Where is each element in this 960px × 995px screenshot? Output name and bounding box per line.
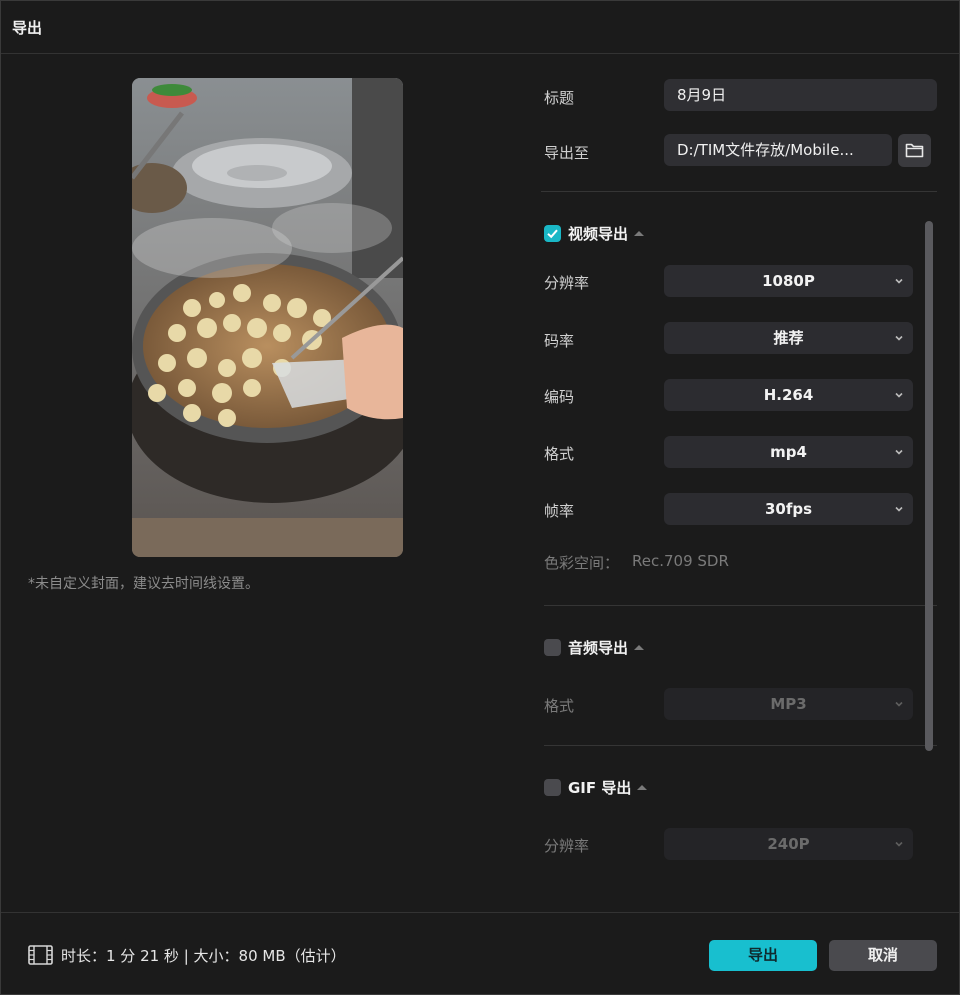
format-select[interactable]: mp4 <box>664 436 913 468</box>
chevron-down-icon <box>895 392 903 398</box>
export-path-input[interactable]: D:/TIM文件存放/Mobile... <box>664 134 892 166</box>
divider <box>544 745 937 746</box>
film-icon <box>28 945 53 965</box>
colorspace-label: 色彩空间： <box>544 554 620 572</box>
audio-export-checkbox[interactable] <box>544 639 561 656</box>
chevron-down-icon <box>895 841 903 847</box>
chevron-down-icon <box>895 278 903 284</box>
resolution-value: 1080P <box>762 272 815 290</box>
audio-format-value: MP3 <box>770 695 807 713</box>
cover-note: *未自定义封面，建议去时间线设置。 <box>28 576 259 592</box>
codec-label: 编码 <box>544 388 575 406</box>
export-dialog: 导出 *未自定义封面，建议去时间线设置。 标题 8月9日 导出至 D:/TIM文… <box>0 0 960 995</box>
export-to-label: 导出至 <box>544 144 590 162</box>
video-export-header[interactable]: 视频导出 <box>544 223 645 244</box>
cover-preview-image <box>132 78 403 557</box>
chevron-down-icon <box>895 449 903 455</box>
browse-folder-button[interactable] <box>898 134 931 167</box>
bitrate-label: 码率 <box>544 332 575 350</box>
resolution-label: 分辨率 <box>544 274 590 292</box>
bitrate-select[interactable]: 推荐 <box>664 322 913 354</box>
video-export-checkbox[interactable] <box>544 225 561 242</box>
format-label: 格式 <box>544 445 575 463</box>
title-input[interactable]: 8月9日 <box>664 79 937 111</box>
gif-export-title: GIF 导出 <box>568 779 632 797</box>
audio-format-select[interactable]: MP3 <box>664 688 913 720</box>
gif-resolution-select[interactable]: 240P <box>664 828 913 860</box>
folder-icon <box>905 143 924 158</box>
gif-export-checkbox[interactable] <box>544 779 561 796</box>
gif-resolution-label: 分辨率 <box>544 837 590 855</box>
codec-value: H.264 <box>763 386 814 404</box>
colorspace-value: Rec.709 SDR <box>632 552 729 570</box>
title-label: 标题 <box>544 89 575 107</box>
title-bar: 导出 <box>1 1 959 54</box>
framerate-select[interactable]: 30fps <box>664 493 913 525</box>
resolution-select[interactable]: 1080P <box>664 265 913 297</box>
gif-export-header[interactable]: GIF 导出 <box>544 777 648 798</box>
audio-export-header[interactable]: 音频导出 <box>544 637 645 658</box>
settings-scrollbar[interactable] <box>925 221 933 751</box>
cancel-button[interactable]: 取消 <box>829 940 937 971</box>
format-value: mp4 <box>770 443 807 461</box>
check-icon <box>547 229 558 239</box>
chevron-down-icon <box>895 506 903 512</box>
duration-size-info: 时长：1 分 21 秒 | 大小：80 MB（估计） <box>61 947 346 965</box>
audio-export-title: 音频导出 <box>568 639 629 657</box>
gif-resolution-value: 240P <box>767 835 810 853</box>
chevron-down-icon <box>895 335 903 341</box>
dialog-title: 导出 <box>12 19 43 37</box>
divider <box>541 191 937 192</box>
video-export-title: 视频导出 <box>568 225 629 243</box>
collapse-caret-icon[interactable] <box>637 785 648 790</box>
framerate-value: 30fps <box>764 500 813 518</box>
bitrate-value: 推荐 <box>773 329 804 347</box>
export-button[interactable]: 导出 <box>709 940 817 971</box>
codec-select[interactable]: H.264 <box>664 379 913 411</box>
collapse-caret-icon[interactable] <box>634 231 645 236</box>
framerate-label: 帧率 <box>544 502 575 520</box>
audio-format-label: 格式 <box>544 697 575 715</box>
chevron-down-icon <box>895 701 903 707</box>
divider <box>544 605 937 606</box>
collapse-caret-icon[interactable] <box>634 645 645 650</box>
